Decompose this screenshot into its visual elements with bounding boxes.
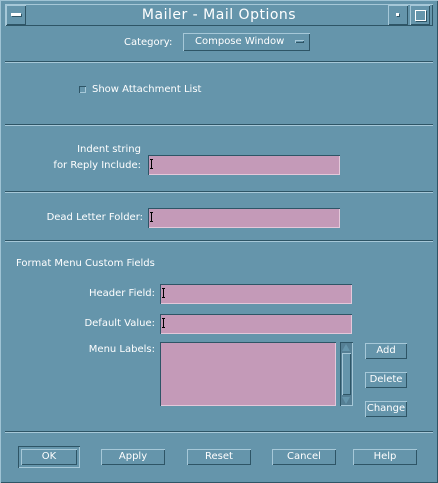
show-attachment-list-checkbox[interactable] [79, 86, 86, 93]
add-button[interactable]: Add [365, 343, 407, 359]
separator [5, 431, 433, 433]
separator [5, 124, 433, 126]
delete-button[interactable]: Delete [365, 372, 407, 388]
maximize-icon [415, 10, 426, 21]
dead-letter-label: Dead Letter Folder: [46, 212, 143, 223]
category-label: Category: [124, 37, 173, 48]
apply-button[interactable]: Apply [101, 449, 165, 465]
header-field-label: Header Field: [88, 288, 155, 299]
option-menu-indicator-icon [295, 40, 304, 43]
separator [5, 240, 433, 242]
change-button[interactable]: Change [365, 401, 407, 417]
text-cursor-icon [162, 288, 165, 298]
window-title: Mailer - Mail Options [141, 7, 297, 23]
minimize-icon [396, 13, 399, 16]
menu-labels-label: Menu Labels: [88, 344, 155, 355]
title-bar[interactable]: Mailer - Mail Options [5, 4, 433, 26]
default-value-label: Default Value: [84, 318, 155, 329]
scroll-down-icon[interactable] [342, 397, 350, 404]
default-value-input[interactable] [160, 314, 352, 334]
indent-string-input[interactable] [148, 155, 340, 175]
separator [5, 61, 433, 63]
category-option-menu[interactable]: Compose Window [183, 33, 310, 51]
minimize-button[interactable] [388, 5, 408, 25]
text-cursor-icon [150, 212, 153, 222]
help-button[interactable]: Help [353, 449, 417, 465]
dead-letter-folder-input[interactable] [148, 208, 340, 228]
dialog-body: Category: Compose Window Show Attachment… [5, 27, 433, 478]
indent-label-line2: for Reply Include: [53, 160, 141, 171]
menu-labels-scrollbar[interactable] [340, 342, 353, 406]
separator [5, 191, 433, 193]
scroll-up-icon[interactable] [342, 344, 350, 351]
text-cursor-icon [150, 159, 153, 169]
ok-button[interactable]: OK [21, 449, 77, 465]
text-cursor-icon [162, 318, 165, 328]
custom-fields-heading: Format Menu Custom Fields [16, 258, 155, 269]
indent-label-line1: Indent string [77, 144, 141, 155]
scroll-thumb[interactable] [342, 353, 351, 395]
category-selected: Compose Window [195, 36, 285, 47]
maximize-button[interactable] [410, 5, 430, 25]
cancel-button[interactable]: Cancel [272, 449, 336, 465]
show-attachment-list-label: Show Attachment List [92, 84, 202, 95]
menu-labels-list[interactable] [160, 342, 336, 406]
reset-button[interactable]: Reset [187, 449, 251, 465]
header-field-input[interactable] [160, 284, 352, 304]
